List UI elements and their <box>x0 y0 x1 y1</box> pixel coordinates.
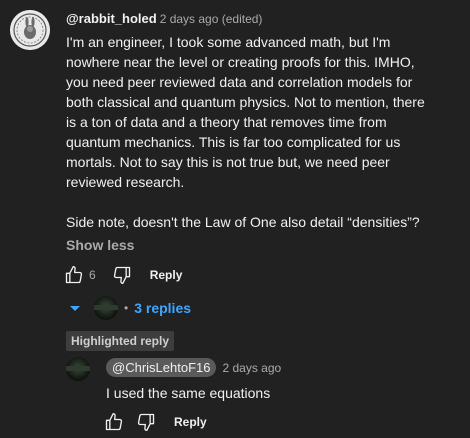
view-replies-toggle[interactable]: • 3 replies <box>70 296 191 320</box>
comment-timestamp[interactable]: 2 days ago (edited) <box>160 12 263 26</box>
like-count: 6 <box>89 268 96 282</box>
reply-reply-button[interactable]: Reply <box>174 415 207 429</box>
avatar-icon <box>10 10 50 50</box>
comment-actions: 6 Reply <box>62 263 182 287</box>
thumbs-down-icon[interactable] <box>110 263 134 287</box>
reply-author-avatar[interactable] <box>66 357 90 381</box>
replier-avatar <box>94 296 118 320</box>
reply-author-chip[interactable]: @ChrisLehtoF16 <box>106 358 217 377</box>
comment-paragraph-2: Side note, doesn't the Law of One also d… <box>66 214 420 230</box>
replies-count-label: 3 replies <box>134 300 192 316</box>
reply-thumbs-up-icon[interactable] <box>102 410 126 434</box>
highlighted-reply-badge: Highlighted reply <box>66 331 175 351</box>
author-name[interactable]: @rabbit_holed <box>66 11 157 26</box>
reply-button[interactable]: Reply <box>150 268 183 282</box>
reply-header: @ChrisLehtoF16 2 days ago <box>106 358 281 377</box>
reply-thumbs-down-icon[interactable] <box>134 410 158 434</box>
thumbs-up-icon[interactable] <box>62 263 86 287</box>
comment-body: I'm an engineer, I took some advanced ma… <box>66 32 436 232</box>
caret-down-icon <box>70 305 80 311</box>
comment-paragraph-1: I'm an engineer, I took some advanced ma… <box>66 34 425 190</box>
reply-text: I used the same equations <box>106 385 271 401</box>
reply-actions: Reply <box>102 410 207 434</box>
comment-header: @rabbit_holed 2 days ago (edited) <box>66 11 262 26</box>
author-avatar[interactable] <box>10 10 50 50</box>
reply-timestamp[interactable]: 2 days ago <box>222 361 281 375</box>
separator-dot: • <box>124 301 129 315</box>
show-less-button[interactable]: Show less <box>66 237 134 253</box>
